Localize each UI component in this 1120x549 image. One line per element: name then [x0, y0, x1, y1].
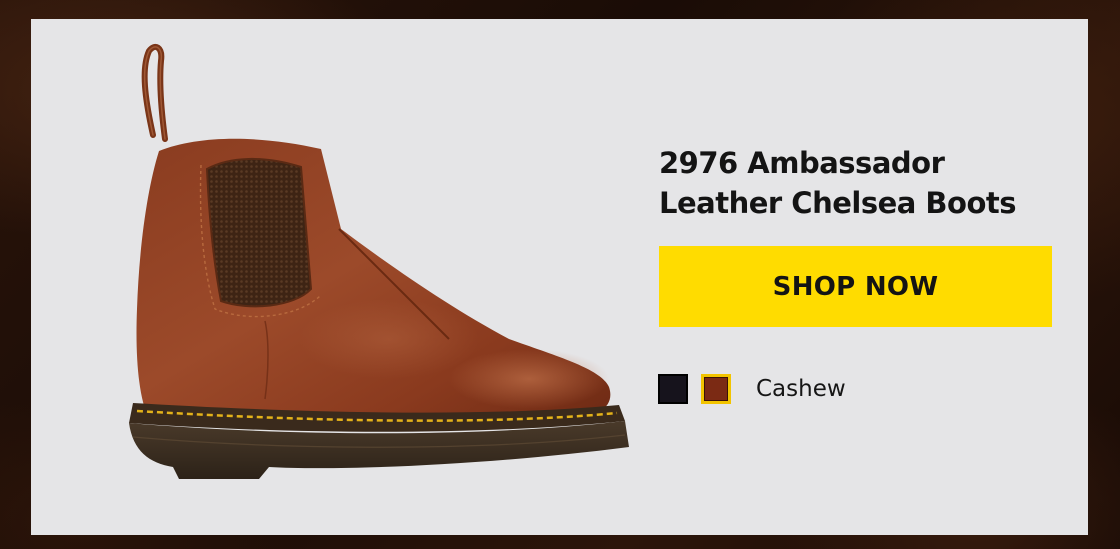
product-title-line-1: 2976 Ambassador [659, 146, 945, 180]
boot-product-image[interactable] [89, 39, 629, 479]
product-card: 2976 Ambassador Leather Chelsea Boots SH… [31, 19, 1088, 535]
product-title-line-2: Leather Chelsea Boots [659, 186, 1017, 220]
chelsea-boot-image [129, 43, 629, 479]
product-title: 2976 Ambassador Leather Chelsea Boots [659, 143, 1079, 223]
shop-now-button[interactable]: SHOP NOW [659, 246, 1052, 327]
color-swatch-black[interactable] [658, 374, 688, 404]
color-swatches: Cashew [658, 374, 846, 404]
selected-color-label: Cashew [756, 376, 846, 402]
color-swatch-cashew[interactable] [701, 374, 731, 404]
